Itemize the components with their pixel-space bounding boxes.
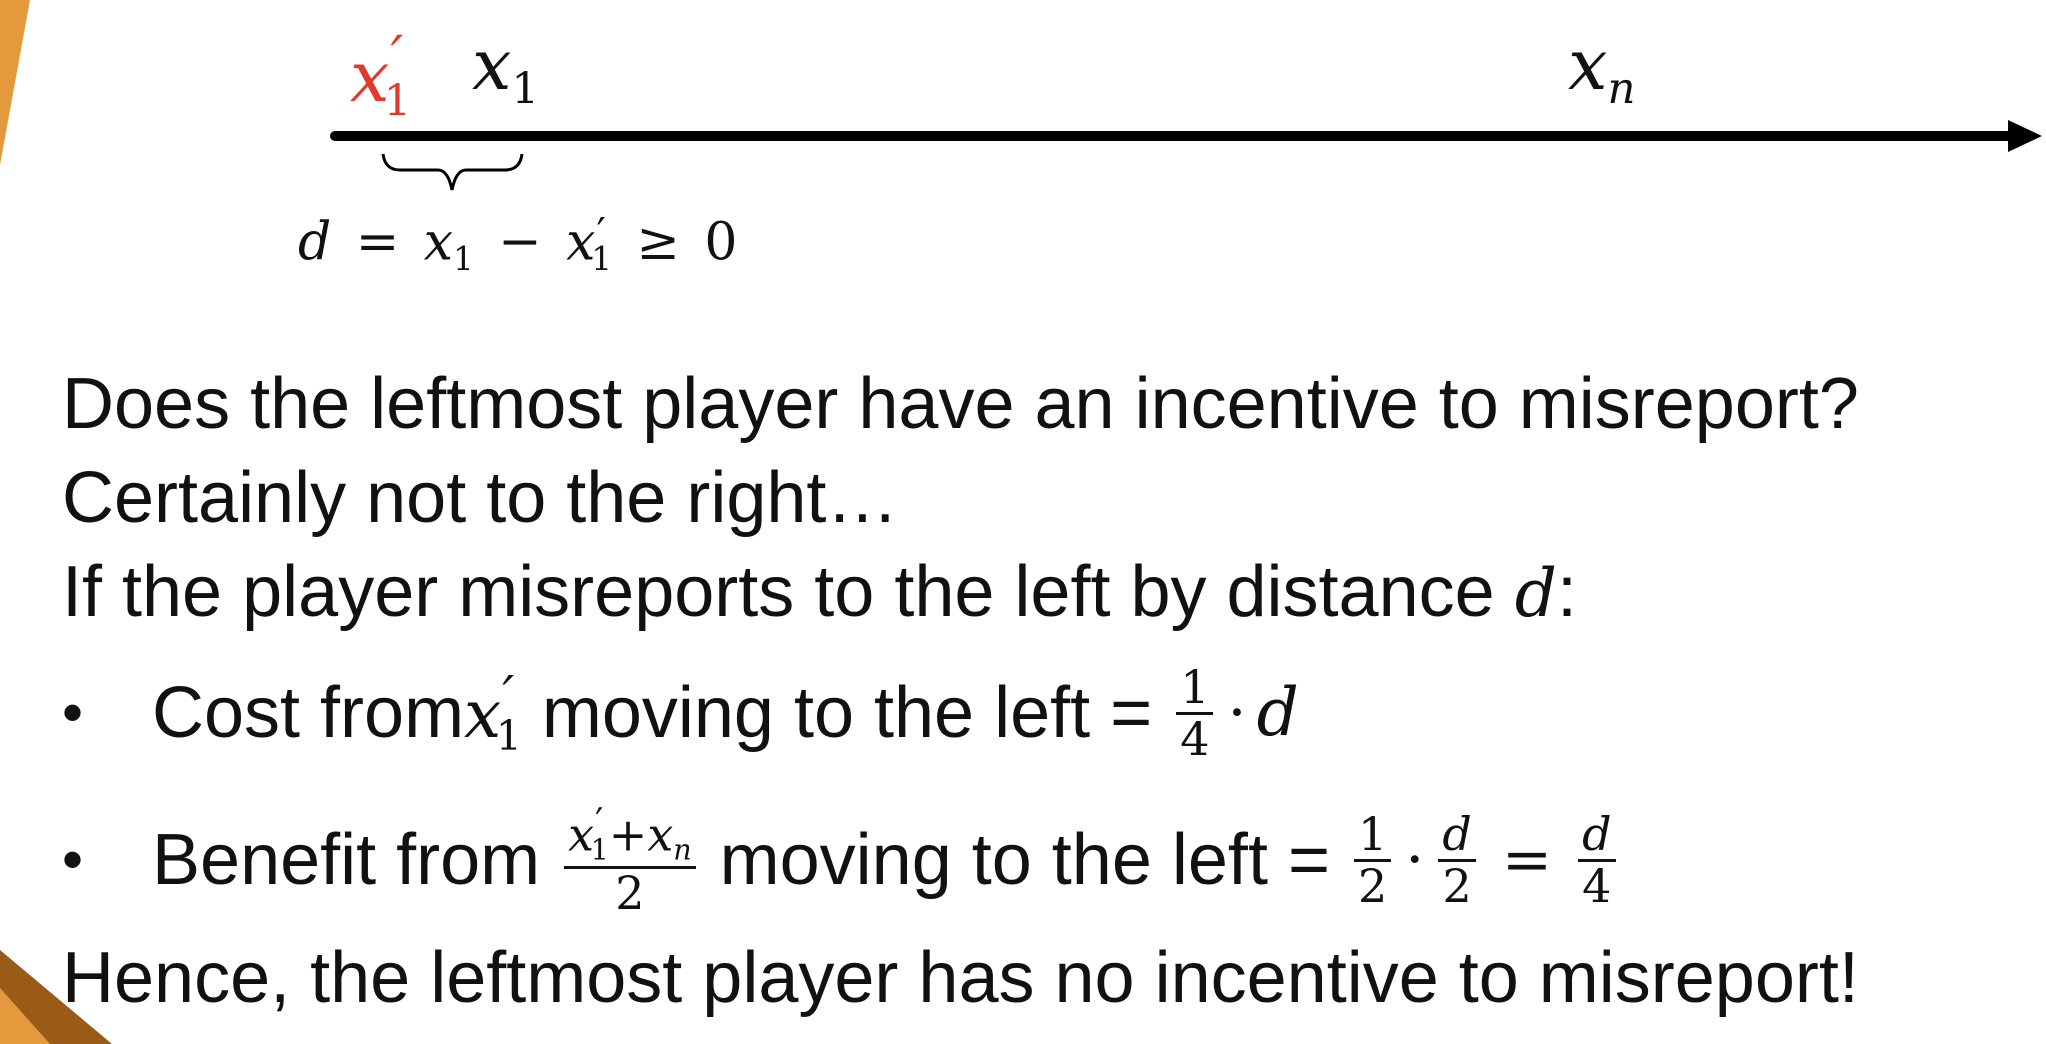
conclusion-line: Hence, the leftmost player has no incent… <box>62 938 1859 1018</box>
right-line: Certainly not to the right… <box>62 458 899 538</box>
bullet-marker: • <box>62 679 84 746</box>
distance-equation: d = x1 − x′1 ≥ 0 <box>298 208 738 278</box>
fraction-d-quarter: d 4 <box>1578 810 1616 910</box>
distance-brace <box>381 153 524 191</box>
label-x1-prime: x′1 <box>350 25 412 127</box>
label-xn: xn <box>1568 24 1636 114</box>
fraction-one-half: 1 2 <box>1354 810 1392 910</box>
bullet-marker: • <box>62 826 84 893</box>
arrow-head-icon <box>2008 120 2042 152</box>
cost-bullet: • Cost from x′1 moving to the left = 1 4… <box>62 660 1299 766</box>
fraction-d-half: d 2 <box>1438 810 1476 910</box>
fraction-one-quarter: 1 4 <box>1176 663 1214 763</box>
left-misreport-line: If the player misreports to the left by … <box>62 552 1577 632</box>
benefit-bullet: • Benefit from x′1+xn 2 moving to the le… <box>62 790 1620 930</box>
label-x1: x1 <box>472 24 540 114</box>
fraction-midpoint: x′1+xn 2 <box>564 802 696 917</box>
question-line: Does the leftmost player have an incenti… <box>62 364 1859 444</box>
